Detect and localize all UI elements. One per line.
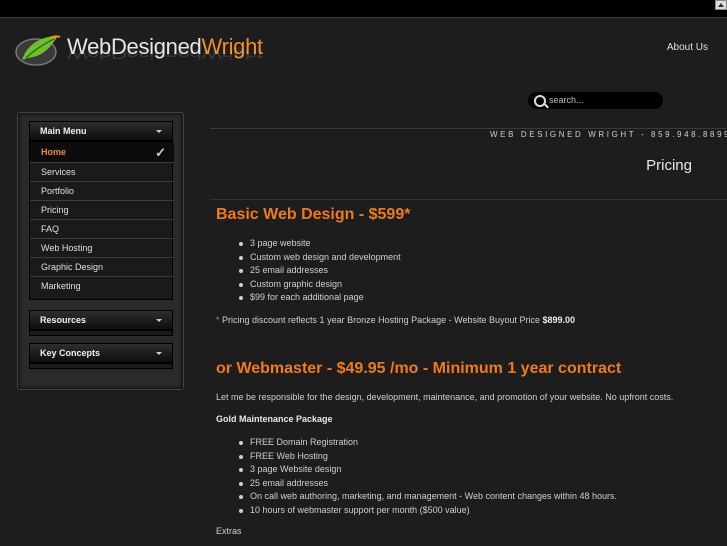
sidebar-item-services[interactable]: Services [30, 163, 174, 182]
sidebar: Main Menu Home ✓ Services Portfolio Prici… [17, 112, 184, 390]
basic-features-list: 3 page website Custom web design and dev… [237, 237, 401, 305]
check-icon: ✓ [155, 145, 166, 160]
list-item: 10 hours of webmaster support per month … [237, 504, 617, 518]
sidebar-item-faq[interactable]: FAQ [30, 220, 174, 239]
about-us-link[interactable]: About Us [667, 42, 708, 53]
sidebar-item-pricing[interactable]: Pricing [30, 201, 174, 220]
key-concepts-title: Key Concepts [40, 348, 101, 358]
basic-heading: Basic Web Design - $599* [216, 206, 411, 223]
logo-reflection: WebDesignedWright [67, 47, 263, 62]
chevron-down-icon [156, 352, 162, 355]
sidebar-item-portfolio[interactable]: Portfolio [30, 182, 174, 201]
package-title: Gold Maintenance Package [216, 414, 333, 424]
extras-label: Extras [216, 526, 242, 536]
resources-title: Resources [40, 315, 87, 325]
list-item: $99 for each additional page [237, 291, 401, 305]
tagline: WEB DESIGNED WRIGHT - 859.948.8899 [490, 130, 727, 139]
sidebar-item-home[interactable]: Home ✓ [30, 142, 174, 163]
list-item: 3 page Website design [237, 463, 617, 477]
list-item: 25 email addresses [237, 264, 401, 278]
key-concepts-menu-header[interactable]: Key Concepts [29, 343, 173, 363]
sidebar-item-graphic-design[interactable]: Graphic Design [30, 258, 174, 277]
list-item: FREE Domain Registration [237, 436, 617, 450]
scroll-up-arrow[interactable] [715, 0, 727, 10]
browser-top-bar [0, 0, 727, 17]
header-divider [210, 128, 727, 129]
webmaster-intro: Let me be responsible for the design, de… [216, 392, 674, 402]
chevron-down-icon [156, 130, 162, 133]
list-item: 3 page website [237, 237, 401, 251]
webmaster-heading: or Webmaster - $49.95 /mo - Minimum 1 ye… [216, 360, 622, 377]
resources-list [29, 330, 173, 336]
main-menu-title: Main Menu [40, 126, 87, 136]
main-menu-list: Home ✓ Services Portfolio Pricing FAQ Web… [29, 141, 174, 300]
list-item: Custom web design and development [237, 251, 401, 265]
site-logo[interactable]: WebDesignedWright WebDesignedWright [14, 32, 263, 82]
main-menu-header[interactable]: Main Menu [29, 121, 173, 141]
key-concepts-list [29, 363, 173, 369]
list-item: On call web authoring, marketing, and ma… [237, 490, 617, 504]
search-bar [490, 90, 710, 112]
list-item: FREE Web Hosting [237, 450, 617, 464]
chevron-down-icon [156, 319, 162, 322]
page: WebDesignedWright WebDesignedWright Abou… [0, 17, 727, 546]
content-divider [210, 199, 727, 200]
sidebar-item-web-hosting[interactable]: Web Hosting [30, 239, 174, 258]
webmaster-features-list: FREE Domain Registration FREE Web Hostin… [237, 436, 617, 517]
page-title: Pricing [646, 157, 692, 174]
resources-menu-header[interactable]: Resources [29, 310, 173, 330]
list-item: 25 email addresses [237, 477, 617, 491]
search-input[interactable] [549, 93, 657, 107]
search-icon [534, 95, 546, 107]
list-item: Custom graphic design [237, 278, 401, 292]
search-box[interactable] [528, 92, 663, 109]
sidebar-item-marketing[interactable]: Marketing [30, 277, 174, 296]
leaf-logo-icon [15, 35, 61, 66]
pricing-note: * Pricing discount reflects 1 year Bronz… [216, 315, 576, 325]
